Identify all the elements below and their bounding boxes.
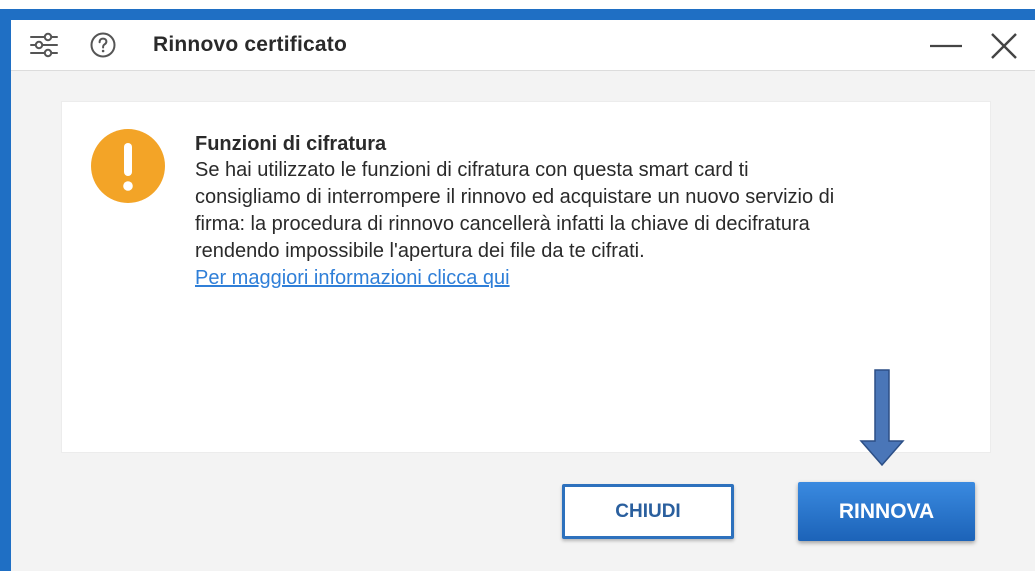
question-circle-icon[interactable] — [90, 32, 116, 58]
more-info-link[interactable]: Per maggiori informazioni clicca qui — [195, 265, 510, 292]
close-button[interactable]: CHIUDI — [562, 484, 734, 539]
message-panel: Funzioni di cifratura Se hai utilizzato … — [61, 101, 991, 453]
close-icon[interactable] — [989, 31, 1019, 61]
renew-button[interactable]: RINNOVA — [798, 482, 975, 541]
down-arrow-icon — [859, 369, 905, 467]
message-body: Se hai utilizzato le funzioni di cifratu… — [195, 157, 975, 265]
sliders-icon[interactable] — [28, 31, 60, 59]
screen: Rinnovo certificato Funzioni di cifratur… — [0, 0, 1035, 571]
minimize-icon[interactable] — [928, 33, 964, 61]
exclamation-circle-icon — [91, 129, 165, 203]
message-body-line: Se hai utilizzato le funzioni di cifratu… — [195, 159, 749, 181]
dialog-window: Rinnovo certificato Funzioni di cifratur… — [11, 20, 1035, 571]
title-bar: Rinnovo certificato — [11, 20, 1035, 71]
message-body-line: firma: la procedura di rinnovo canceller… — [195, 213, 810, 235]
message-content: Funzioni di cifratura Se hai utilizzato … — [195, 131, 975, 292]
window-title: Rinnovo certificato — [153, 33, 347, 56]
message-body-line: rendendo impossibile l'apertura dei file… — [195, 240, 645, 262]
message-title: Funzioni di cifratura — [195, 133, 387, 155]
message-body-line: consigliamo di interrompere il rinnovo e… — [195, 186, 835, 208]
